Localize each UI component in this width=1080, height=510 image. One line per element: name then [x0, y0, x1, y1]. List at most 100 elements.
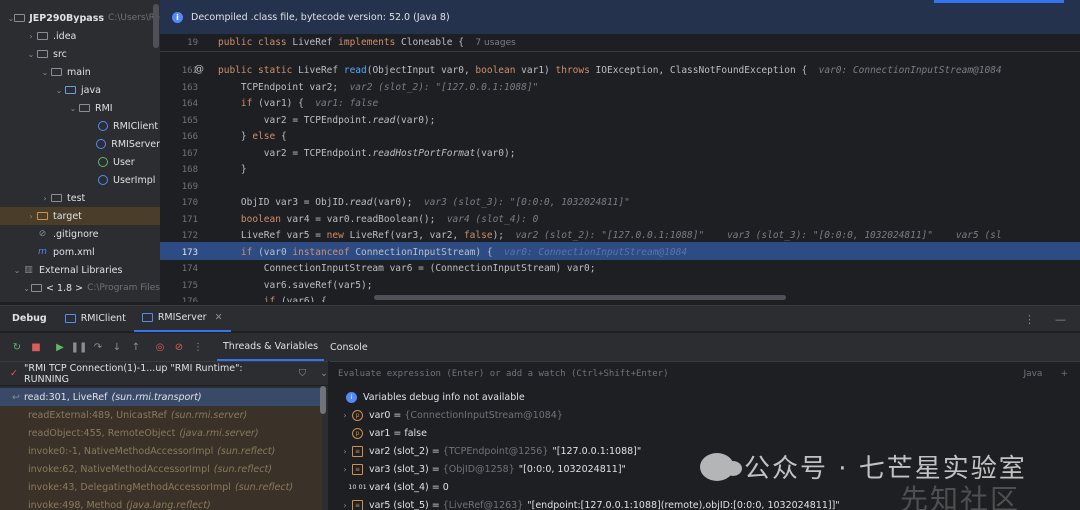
code-line[interactable]: if (var6) {: [218, 294, 327, 302]
line-number[interactable]: 165: [160, 116, 198, 126]
expand-chevron-icon[interactable]: ›: [338, 411, 352, 420]
tab-threads-variables[interactable]: Threads & Variables: [217, 333, 325, 361]
line-number[interactable]: 169: [160, 182, 198, 192]
variable-row[interactable]: 10 01 var4 (slot_4) = 0: [330, 478, 449, 496]
frames-scrollbar[interactable]: [320, 386, 326, 414]
code-line[interactable]: var6.saveRef(var5);: [218, 278, 373, 295]
step-into-icon[interactable]: ↓: [108, 338, 126, 356]
resume-icon[interactable]: ▶: [51, 338, 69, 356]
language-selector[interactable]: Java: [1023, 369, 1042, 379]
stack-frame[interactable]: ↩ read:301, LiveRef (sun.rmi.transport): [0, 388, 322, 406]
tree-item[interactable]: ⌄ < 1.8 > C:\Program Files: [0, 279, 160, 297]
tree-item[interactable]: › target: [0, 207, 160, 225]
tree-item[interactable]: UserImpl: [0, 171, 160, 189]
tree-item[interactable]: ⊘ .gitignore: [0, 225, 160, 243]
line-number[interactable]: 162: [160, 66, 198, 76]
tree-item[interactable]: RMIServer: [0, 135, 160, 153]
code-line[interactable]: TCPEndpoint var2; var2 (slot_2): "[127.0…: [218, 80, 538, 97]
tab-console[interactable]: Console: [324, 333, 374, 361]
code-editor[interactable]: 162 public static LiveRef read(ObjectInpu…: [160, 0, 1080, 302]
variable-row[interactable]: i Variables debug info not available: [330, 388, 525, 406]
code-line[interactable]: if (var0 instanceof ConnectionInputStrea…: [218, 245, 687, 262]
chevron-right-icon[interactable]: ›: [26, 32, 36, 41]
variable-row[interactable]: › ≡ var3 (slot_3) = {ObjID@1258} "[0:0:0, 103…: [330, 460, 626, 478]
chevron-down-icon[interactable]: ⌄: [68, 104, 78, 113]
tree-item[interactable]: ⌄ src: [0, 45, 160, 63]
close-icon[interactable]: ✕: [215, 312, 223, 323]
chevron-down-icon[interactable]: ⌄: [40, 68, 50, 77]
code-line[interactable]: boolean var4 = var0.readBoolean(); var4 …: [218, 212, 538, 229]
stack-frame[interactable]: invoke:498, Method (java.lang.reflect): [0, 496, 322, 510]
chevron-down-icon[interactable]: ⌄: [12, 266, 22, 275]
more-options-icon[interactable]: ⋮: [1024, 313, 1035, 326]
code-line[interactable]: } else {: [218, 129, 287, 146]
code-line[interactable]: var2 = TCPEndpoint.readHostPortFormat(va…: [218, 146, 516, 163]
tree-item[interactable]: ⌄ main: [0, 63, 160, 81]
tree-item[interactable]: ⌄ java: [0, 81, 160, 99]
code-line[interactable]: }: [218, 162, 247, 179]
tree-item[interactable]: ⌄ ▥ External Libraries: [0, 261, 160, 279]
tab-rmiserver[interactable]: RMIServer ✕: [133, 306, 231, 332]
step-over-icon[interactable]: ↷: [89, 338, 107, 356]
filter-icon[interactable]: ⛉: [299, 368, 306, 379]
line-number[interactable]: 175: [160, 281, 198, 291]
evaluate-expression-input[interactable]: Evaluate expression (Enter) or add a wat…: [330, 361, 1080, 385]
more-icon[interactable]: ⋮: [189, 338, 207, 356]
chevron-right-icon[interactable]: ›: [40, 194, 50, 203]
view-breakpoints-icon[interactable]: ◎: [151, 338, 169, 356]
variable-row[interactable]: › ≡ var5 (slot_5) = {LiveRef@1263} "[endpoint…: [330, 496, 840, 510]
chevron-down-icon[interactable]: ⌄: [8, 14, 15, 23]
chevron-down-icon[interactable]: ⌄: [320, 368, 328, 379]
horizontal-scrollbar[interactable]: [374, 295, 786, 300]
mute-breakpoints-icon[interactable]: ⊘: [170, 338, 188, 356]
stack-frame[interactable]: invoke:62, NativeMethodAccessorImpl (sun.…: [0, 460, 322, 478]
line-number[interactable]: 164: [160, 99, 198, 109]
tree-item[interactable]: › .idea: [0, 27, 160, 45]
tree-item[interactable]: User: [0, 153, 160, 171]
chevron-down-icon[interactable]: ⌄: [22, 284, 31, 293]
thread-selector[interactable]: ✓ "RMI TCP Connection(1)-1...up "RMI Run…: [0, 361, 328, 385]
add-watch-icon[interactable]: +: [1060, 369, 1068, 379]
code-line[interactable]: var2 = TCPEndpoint.read(var0);: [218, 113, 436, 130]
stack-frame[interactable]: invoke0:-1, NativeMethodAccessorImpl (sun…: [0, 442, 322, 460]
code-line[interactable]: ObjID var3 = ObjID.read(var0); var3 (slo…: [218, 195, 630, 212]
rerun-icon[interactable]: ↻: [8, 338, 26, 356]
tree-item[interactable]: ⌄ RMI: [0, 99, 160, 117]
chevron-down-icon[interactable]: ⌄: [26, 50, 36, 59]
minimize-icon[interactable]: —: [1055, 313, 1066, 326]
project-scrollbar[interactable]: [153, 4, 159, 48]
stop-icon[interactable]: ■: [27, 338, 45, 356]
pause-icon[interactable]: ❚❚: [70, 338, 88, 356]
code-line[interactable]: if (var1) { var1: false: [218, 96, 378, 113]
tree-item[interactable]: › test: [0, 189, 160, 207]
expand-chevron-icon[interactable]: ›: [338, 501, 352, 510]
stack-frame[interactable]: invoke:43, DelegatingMethodAccessorImpl(…: [0, 478, 322, 496]
line-number[interactable]: 170: [160, 198, 198, 208]
stack-frame[interactable]: readObject:455, RemoteObject (java.rmi.se…: [0, 424, 322, 442]
stack-frame[interactable]: readExternal:489, UnicastRef (sun.rmi.ser…: [0, 406, 322, 424]
line-number[interactable]: 167: [160, 149, 198, 159]
step-out-icon[interactable]: ↑: [127, 338, 145, 356]
override-gutter-icon[interactable]: @: [194, 64, 204, 75]
variable-row[interactable]: p var1 = false: [330, 424, 427, 442]
line-number[interactable]: 166: [160, 132, 198, 142]
chevron-right-icon[interactable]: ›: [26, 212, 36, 221]
tree-item[interactable]: RMIClient: [0, 117, 160, 135]
line-number[interactable]: 168: [160, 165, 198, 175]
code-line[interactable]: LiveRef var5 = new LiveRef(var3, var2, f…: [218, 228, 1002, 245]
tree-item[interactable]: m pom.xml: [0, 243, 160, 261]
chevron-down-icon[interactable]: ⌄: [54, 86, 64, 95]
expand-chevron-icon[interactable]: ›: [338, 465, 352, 474]
code-line[interactable]: public static LiveRef read(ObjectInput v…: [218, 63, 1002, 80]
line-number[interactable]: 173: [160, 248, 198, 258]
line-number[interactable]: 172: [160, 231, 198, 241]
line-number[interactable]: 163: [160, 83, 198, 93]
tree-item[interactable]: ⌄ JEP290Bypass C:\Users\Re: [0, 9, 160, 27]
line-number[interactable]: 174: [160, 264, 198, 274]
line-number[interactable]: 171: [160, 215, 198, 225]
expand-chevron-icon[interactable]: ›: [338, 447, 352, 456]
tab-rmiclient[interactable]: RMIClient: [57, 306, 134, 332]
line-number[interactable]: 176: [160, 297, 198, 302]
variable-row[interactable]: › ≡ var2 (slot_2) = {TCPEndpoint@1256} "[127.…: [330, 442, 641, 460]
code-line[interactable]: ConnectionInputStream var6 = (Connection…: [218, 261, 596, 278]
